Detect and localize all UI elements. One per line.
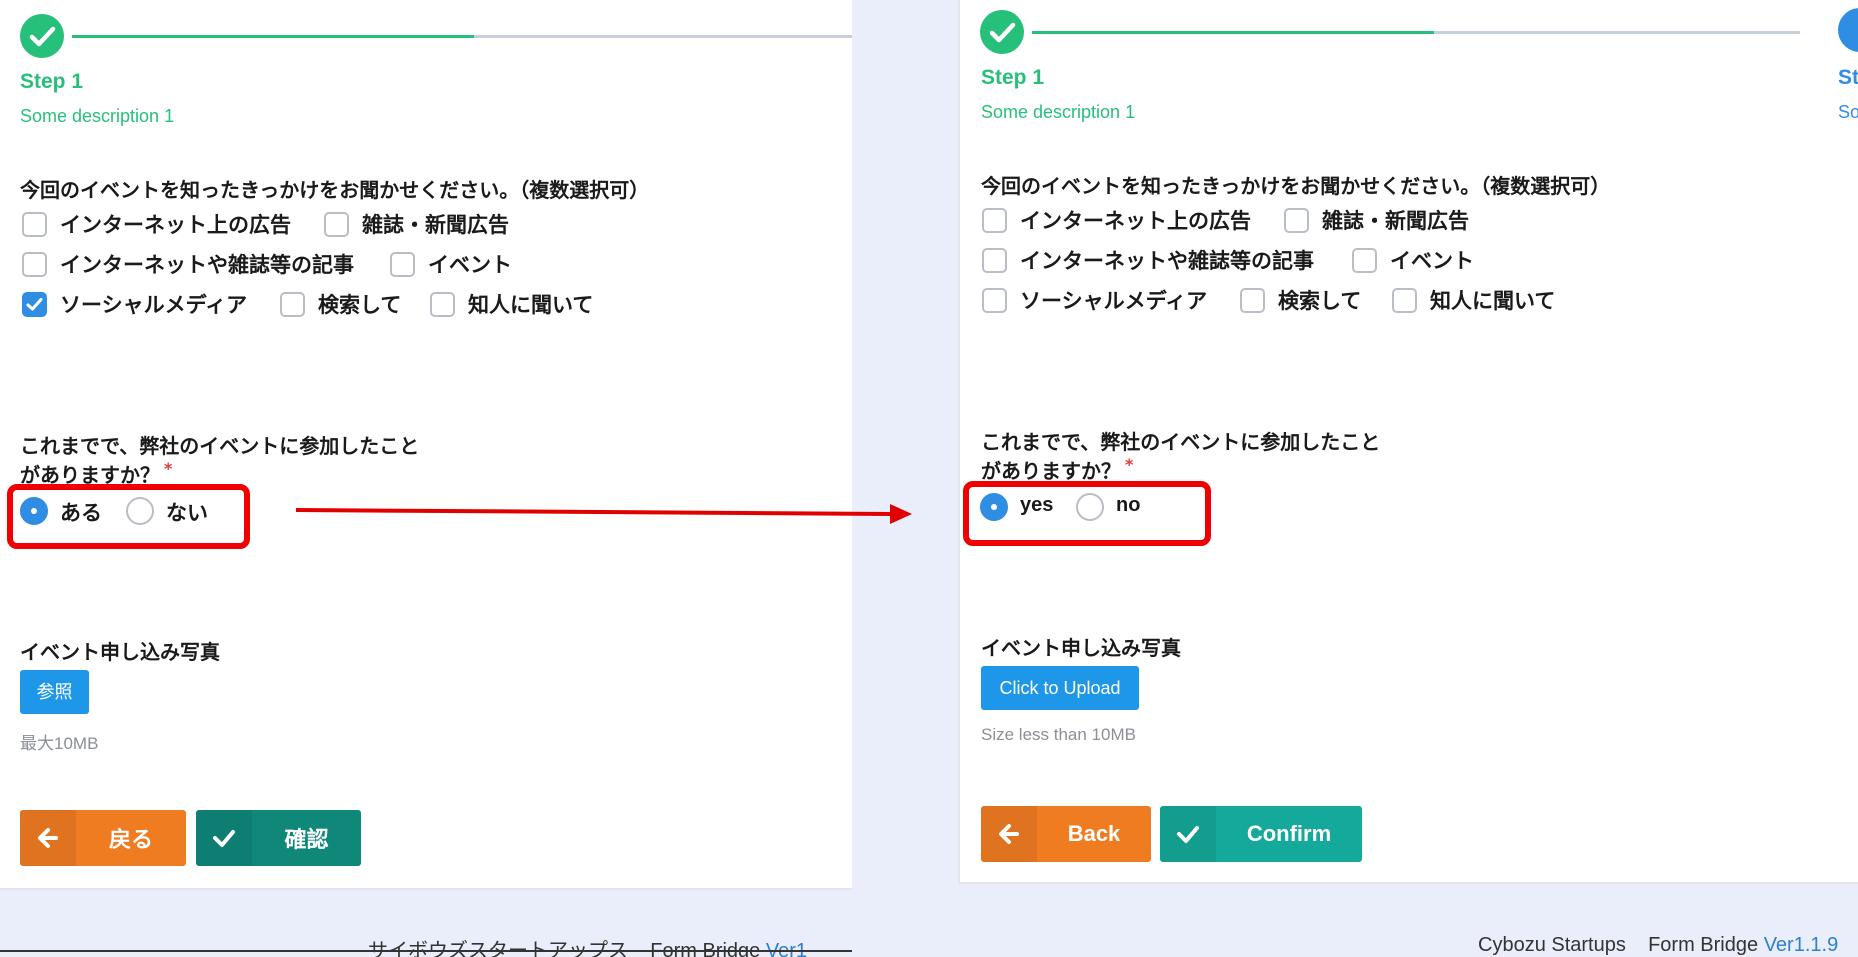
upload-button[interactable]: Click to Upload xyxy=(981,666,1139,710)
step-remaining-line xyxy=(1434,31,1800,34)
checkbox-internet-ad[interactable] xyxy=(22,212,47,237)
back-button-label: 戻る xyxy=(108,827,153,852)
footer-version-link[interactable]: Ver1 xyxy=(766,940,807,957)
footer-company-link[interactable]: Cybozu Startups xyxy=(1478,934,1626,956)
step-complete-icon xyxy=(980,10,1024,54)
back-button-label: Back xyxy=(1067,821,1121,846)
checkbox-label: 知人に聞いて xyxy=(1430,289,1556,313)
upload-label: イベント申し込み写真 xyxy=(20,640,220,664)
step-2-description: So xyxy=(1838,102,1858,122)
checkbox-social-media[interactable] xyxy=(22,292,47,317)
checkbox-article[interactable] xyxy=(982,248,1007,273)
check-icon xyxy=(1160,806,1216,862)
back-button[interactable]: Back xyxy=(981,806,1151,862)
checkbox-label: イベント xyxy=(428,253,512,277)
q2-label-line1: これまでで、弊社のイベントに参加したこと xyxy=(20,434,420,458)
confirm-button[interactable]: Confirm xyxy=(1160,806,1362,862)
checkbox-social-media[interactable] xyxy=(982,288,1007,313)
checkbox-label: ソーシャルメディア xyxy=(1020,289,1208,313)
checkbox-magazine-ad[interactable] xyxy=(324,212,349,237)
annotation-arrow xyxy=(295,504,912,524)
checkbox-magazine-ad[interactable] xyxy=(1284,208,1309,233)
arrow-left-icon xyxy=(981,806,1037,862)
checkbox-acquaintance[interactable] xyxy=(1392,288,1417,313)
checkbox-label: インターネットや雑誌等の記事 xyxy=(1020,249,1314,273)
checkbox-label: 検索して xyxy=(318,293,402,317)
required-mark: * xyxy=(1125,455,1134,474)
checkbox-internet-ad[interactable] xyxy=(982,208,1007,233)
checkbox-search[interactable] xyxy=(1240,288,1265,313)
step-remaining-line xyxy=(474,35,852,38)
checkbox-event[interactable] xyxy=(390,252,415,277)
checkbox-acquaintance[interactable] xyxy=(430,292,455,317)
confirm-button-label: Confirm xyxy=(1246,821,1332,846)
step-title: Step 1 xyxy=(981,66,1045,89)
right-panel: Step 1 Some description 1 St So 今回のイベントを… xyxy=(958,0,1858,957)
check-icon xyxy=(196,810,252,866)
back-button[interactable]: 戻る xyxy=(20,810,186,866)
required-mark: * xyxy=(164,459,173,478)
confirm-button-label: 確認 xyxy=(284,827,329,852)
check-icon xyxy=(26,298,43,311)
checkbox-label: ソーシャルメディア xyxy=(60,293,248,317)
step-progress-line xyxy=(72,35,474,38)
confirm-button[interactable]: 確認 xyxy=(196,810,361,866)
footer-product: Form Bridge xyxy=(1648,934,1759,956)
annotation-highlight-box xyxy=(963,481,1211,546)
q2-label-line2: がありますか？ * xyxy=(981,455,1134,483)
footer: Cybozu Startups Form Bridge Ver1.1.9 xyxy=(1478,934,1838,957)
annotation-highlight-box xyxy=(7,484,250,549)
step-description: Some description 1 xyxy=(981,102,1136,122)
step-complete-icon xyxy=(20,14,64,58)
upload-button[interactable]: 参照 xyxy=(20,670,89,714)
upload-label: イベント申し込み写真 xyxy=(981,636,1181,660)
arrow-left-icon xyxy=(20,810,76,866)
q1-label: 今回のイベントを知ったきっかけをお聞かせください。（複数選択可） xyxy=(981,174,1611,198)
footer-baseline xyxy=(0,950,852,952)
step-progress-line xyxy=(1032,31,1434,34)
checkbox-label: インターネット上の広告 xyxy=(1020,209,1251,233)
upload-hint: Size less than 10MB xyxy=(981,725,1136,744)
q2-label-line1: これまでで、弊社のイベントに参加したこと xyxy=(981,430,1381,454)
checkbox-label: 雑誌・新聞広告 xyxy=(362,213,509,237)
step-2-title: St xyxy=(1838,66,1858,89)
footer-company-link[interactable]: サイボウズスタートアップス xyxy=(368,940,628,957)
checkbox-label: 知人に聞いて xyxy=(468,293,594,317)
footer-version-link[interactable]: Ver1.1.9 xyxy=(1764,934,1839,956)
checkbox-label: インターネットや雑誌等の記事 xyxy=(60,253,354,277)
checkbox-label: 雑誌・新聞広告 xyxy=(1322,209,1469,233)
footer: サイボウズスタートアップス Form Bridge Ver1 xyxy=(368,934,807,957)
checkbox-event[interactable] xyxy=(1352,248,1377,273)
checkbox-label: インターネット上の広告 xyxy=(60,213,291,237)
footer-product: Form Bridge xyxy=(650,940,761,957)
upload-hint: 最大10MB xyxy=(20,734,99,753)
checkbox-label: 検索して xyxy=(1278,289,1362,313)
step-description: Some description 1 xyxy=(20,106,175,126)
checkbox-label: イベント xyxy=(1390,249,1474,273)
left-panel: Step 1 Some description 1 今回のイベントを知ったきっか… xyxy=(0,0,852,957)
checkbox-search[interactable] xyxy=(280,292,305,317)
q1-label: 今回のイベントを知ったきっかけをお聞かせください。（複数選択可） xyxy=(20,178,650,202)
step-title: Step 1 xyxy=(20,70,84,93)
checkbox-article[interactable] xyxy=(22,252,47,277)
